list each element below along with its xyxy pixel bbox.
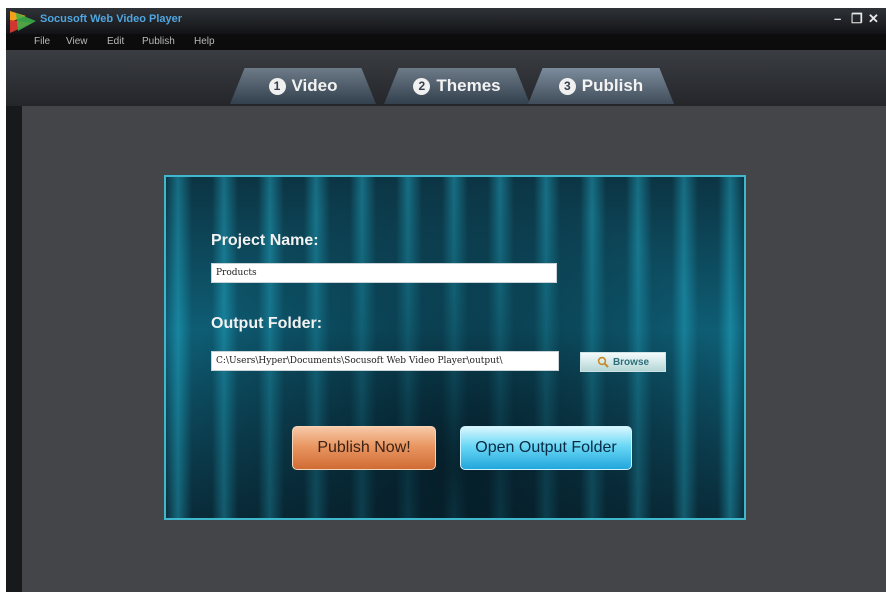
tab-themes[interactable]: 2 Themes bbox=[384, 68, 530, 104]
window-title: Socusoft Web Video Player bbox=[40, 13, 183, 25]
menu-help[interactable]: Help bbox=[194, 36, 215, 47]
tab-number-badge: 1 bbox=[268, 77, 286, 95]
open-output-folder-button[interactable]: Open Output Folder bbox=[460, 426, 632, 470]
project-name-label: Project Name: bbox=[211, 232, 319, 249]
tab-number-badge: 2 bbox=[413, 77, 431, 95]
tab-publish[interactable]: 3 Publish bbox=[528, 68, 674, 104]
app-window: Socusoft Web Video Player – ❐ ✕ File Vie… bbox=[6, 8, 886, 592]
panel-shade bbox=[166, 177, 744, 518]
output-folder-label: Output Folder: bbox=[211, 315, 323, 332]
project-name-input[interactable] bbox=[211, 263, 557, 283]
tab-label: Themes bbox=[436, 76, 501, 95]
tab-number-badge: 3 bbox=[558, 77, 576, 95]
close-button[interactable]: ✕ bbox=[868, 12, 879, 26]
app-logo-icon bbox=[10, 11, 36, 33]
tab-label: Publish bbox=[581, 76, 644, 95]
menu-view[interactable]: View bbox=[66, 36, 88, 47]
tab-label: Video bbox=[291, 76, 338, 95]
tab-strip: 1 Video 2 Themes 3 Publish bbox=[6, 50, 886, 106]
browse-button[interactable]: Browse bbox=[580, 352, 666, 372]
maximize-button[interactable]: ❐ bbox=[851, 12, 863, 26]
menu-publish[interactable]: Publish bbox=[142, 36, 175, 47]
minimize-button[interactable]: – bbox=[834, 12, 841, 26]
publish-now-button[interactable]: Publish Now! bbox=[292, 426, 436, 470]
magnifier-icon bbox=[597, 356, 609, 368]
menu-file[interactable]: File bbox=[34, 36, 50, 47]
tab-video[interactable]: 1 Video bbox=[230, 68, 376, 104]
title-bar[interactable]: Socusoft Web Video Player – ❐ ✕ bbox=[6, 8, 886, 34]
menu-edit[interactable]: Edit bbox=[107, 36, 124, 47]
browse-label: Browse bbox=[612, 356, 650, 368]
menu-bar: File View Edit Publish Help bbox=[6, 34, 886, 50]
publish-panel: Project Name: Output Folder: Browse Publ… bbox=[164, 175, 746, 520]
output-folder-input[interactable] bbox=[211, 351, 559, 371]
